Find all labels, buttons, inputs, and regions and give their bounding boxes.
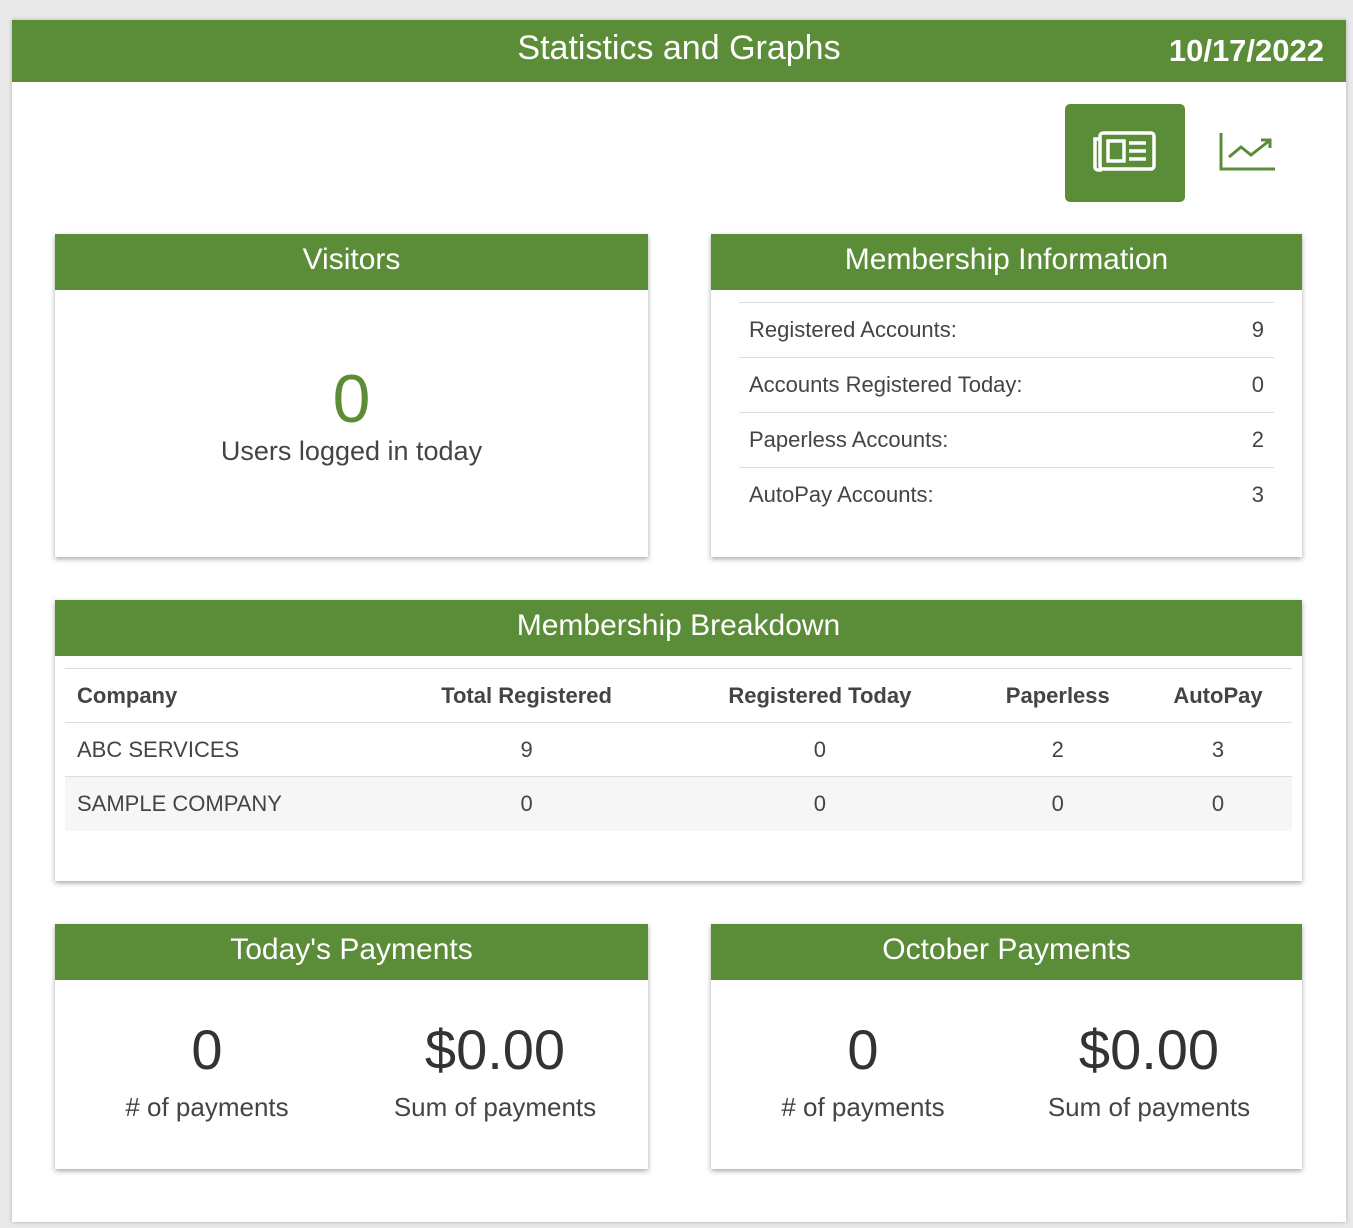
table-row: ABC SERVICES 9 0 2 3 xyxy=(65,722,1292,777)
payment-sum-block: $0.00 Sum of payments xyxy=(375,1020,615,1123)
visitors-label: Users logged in today xyxy=(220,436,483,466)
payment-count-block: 0 # of payments xyxy=(105,1020,309,1123)
info-label: AutoPay Accounts: xyxy=(749,482,934,507)
breakdown-title: Membership Breakdown xyxy=(55,600,1302,656)
membership-info-title: Membership Information xyxy=(711,234,1302,290)
column-header-autopay: AutoPay xyxy=(1143,668,1292,723)
payment-count-label: # of payments xyxy=(781,1092,945,1122)
table-row: SAMPLE COMPANY 0 0 0 0 xyxy=(65,776,1292,831)
cell-autopay: 3 xyxy=(1143,722,1292,777)
graph-view-button[interactable] xyxy=(1187,104,1307,202)
payment-sum-label: Sum of payments xyxy=(1047,1092,1251,1122)
todays-payments-title: Today's Payments xyxy=(55,924,648,980)
payment-sum: $0.00 xyxy=(1078,1018,1220,1081)
cell-total-registered: 9 xyxy=(385,722,669,777)
payment-count-label: # of payments xyxy=(125,1092,289,1122)
info-label: Registered Accounts: xyxy=(749,317,957,342)
info-value: 3 xyxy=(1251,482,1264,507)
membership-info-list: Registered Accounts: 9 Accounts Register… xyxy=(739,302,1274,522)
newspaper-icon xyxy=(1092,129,1158,178)
membership-breakdown-panel: Membership Breakdown Company Total Regis… xyxy=(55,600,1302,881)
october-payments-title: October Payments xyxy=(711,924,1302,980)
payment-count-block: 0 # of payments xyxy=(761,1020,965,1123)
cell-company: ABC SERVICES xyxy=(65,722,385,777)
info-label: Accounts Registered Today: xyxy=(749,372,1023,397)
breakdown-table: Company Total Registered Registered Toda… xyxy=(65,668,1292,831)
list-item: Registered Accounts: 9 xyxy=(739,302,1274,357)
page-header: Statistics and Graphs 10/17/2022 xyxy=(12,20,1346,82)
payment-count: 0 xyxy=(847,1018,879,1081)
column-header-total-registered: Total Registered xyxy=(385,668,669,723)
list-item: Accounts Registered Today: 0 xyxy=(739,357,1274,412)
payment-sum-block: $0.00 Sum of payments xyxy=(1029,1020,1269,1123)
visitors-panel: Visitors 0 Users logged in today xyxy=(55,234,648,557)
current-date: 10/17/2022 xyxy=(1168,33,1324,68)
info-label: Paperless Accounts: xyxy=(749,427,949,452)
payment-sum-label: Sum of payments xyxy=(393,1092,597,1122)
visitors-count: 0 xyxy=(332,361,371,437)
info-value: 2 xyxy=(1251,427,1264,452)
cell-paperless: 0 xyxy=(971,776,1144,831)
cell-autopay: 0 xyxy=(1143,776,1292,831)
info-value: 0 xyxy=(1251,372,1264,397)
cell-total-registered: 0 xyxy=(385,776,669,831)
list-item: Paperless Accounts: 2 xyxy=(739,412,1274,467)
info-value: 9 xyxy=(1251,317,1264,342)
table-header-row: Company Total Registered Registered Toda… xyxy=(65,668,1292,723)
membership-info-panel: Membership Information Registered Accoun… xyxy=(711,234,1302,557)
payment-count: 0 xyxy=(191,1018,223,1081)
visitors-title: Visitors xyxy=(55,234,648,290)
cell-registered-today: 0 xyxy=(668,776,972,831)
statistics-page: Statistics and Graphs 10/17/2022 Visitor… xyxy=(12,20,1346,1222)
payment-sum: $0.00 xyxy=(424,1018,566,1081)
october-payments-panel: October Payments 0 # of payments $0.00 S… xyxy=(711,924,1302,1169)
cell-paperless: 2 xyxy=(971,722,1144,777)
column-header-company: Company xyxy=(65,668,385,723)
column-header-registered-today: Registered Today xyxy=(668,668,972,723)
todays-payments-panel: Today's Payments 0 # of payments $0.00 S… xyxy=(55,924,648,1169)
column-header-paperless: Paperless xyxy=(971,668,1144,723)
cell-company: SAMPLE COMPANY xyxy=(65,776,385,831)
page-title: Statistics and Graphs xyxy=(517,29,841,67)
table-view-button[interactable] xyxy=(1065,104,1185,202)
list-item: AutoPay Accounts: 3 xyxy=(739,467,1274,522)
cell-registered-today: 0 xyxy=(668,722,972,777)
line-chart-icon xyxy=(1217,129,1277,178)
